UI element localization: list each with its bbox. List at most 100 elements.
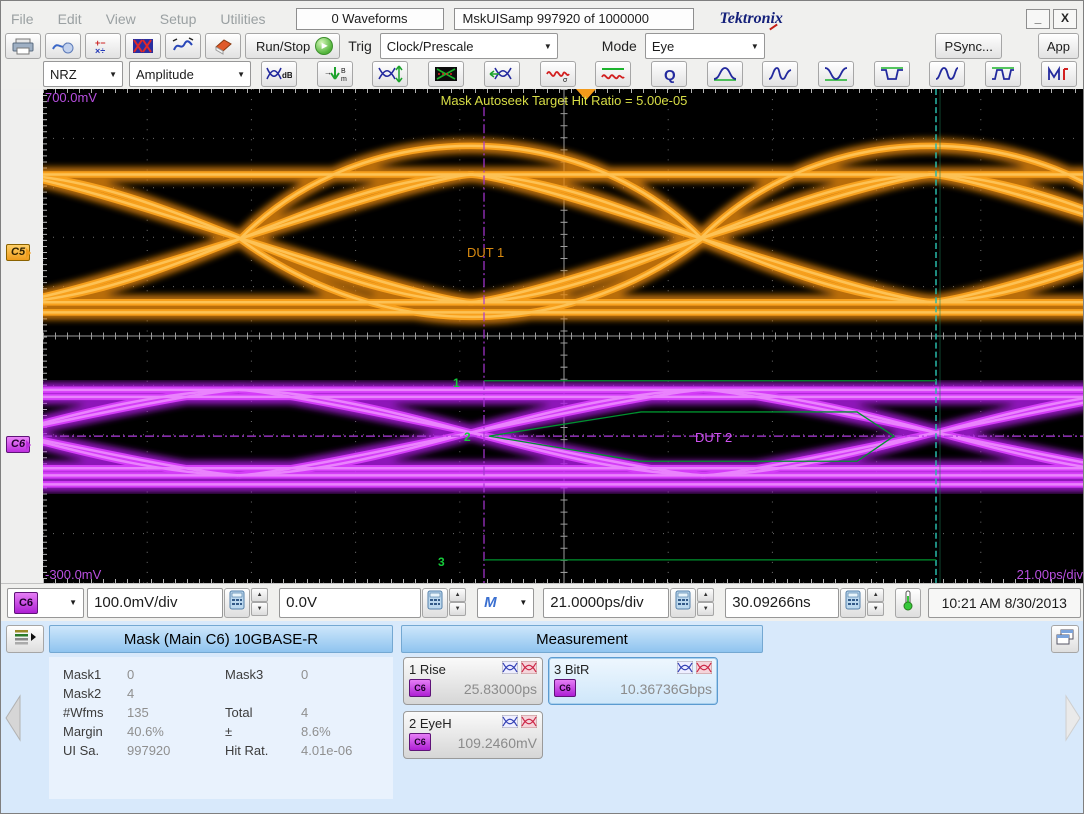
measurement-card-bitr[interactable]: 3 BitR C610.36736Gbps [548,657,718,705]
measurement-card-eyeh[interactable]: 2 EyeH C6109.2460mV [403,711,543,759]
mask-panel-header[interactable]: Mask (Main C6) 10GBASE-R [49,625,393,653]
jitter-ref-icon [600,65,626,83]
jitter-button[interactable]: σ [540,61,576,87]
fall-time-button[interactable] [818,61,854,87]
math-button[interactable]: +−×÷ [85,33,121,59]
measurement-cards: 1 Rise C625.83000ps 2 EyeH C6109.2460mV … [403,657,718,759]
clear-data-button[interactable] [205,33,241,59]
timebase-select[interactable]: M▼ [477,588,534,618]
thermometer-icon [902,589,914,616]
eye-height-icon [377,65,403,83]
mode-label: Mode [602,38,637,54]
step-up-icon[interactable]: ▲ [867,588,884,602]
run-stop-button[interactable]: Run/Stop▶ [245,33,340,59]
horizontal-position-keypad-button[interactable] [840,588,866,618]
mode-select[interactable]: Eye▼ [645,33,765,59]
minimize-button[interactable]: _ [1026,9,1050,29]
mask-hit-count-button[interactable] [428,61,464,87]
run-icon: ▶ [315,37,333,55]
eye-mask-stat-icon[interactable] [521,715,537,731]
bit-rate-button[interactable] [1041,61,1077,87]
period-button[interactable] [985,61,1021,87]
eye-mask-stat-icon[interactable] [696,661,712,677]
signal-type-select[interactable]: NRZ▼ [43,61,123,87]
vertical-setup-button[interactable]: →Bm [317,61,353,87]
channel-c6-marker[interactable]: C6 [6,436,30,453]
eye-stat-icon[interactable] [502,715,518,731]
svg-text:B: B [341,68,346,75]
window-restore-icon [1055,629,1075,650]
q-factor-button[interactable]: Q [651,61,687,87]
vertical-offset-keypad-button[interactable] [422,588,448,618]
horizontal-scale-keypad-button[interactable] [670,588,696,618]
pan-waveform-button[interactable] [45,33,81,59]
measurement-value: 109.2460mV [458,735,537,751]
horizontal-position-field[interactable]: 30.09266ns [725,588,839,618]
svg-text:×÷: ×÷ [95,46,105,55]
eye-crossing-button[interactable] [762,61,798,87]
eye-stat-icon[interactable] [677,661,693,677]
pan-waveform-icon [51,37,75,55]
eye-db-button[interactable]: dB [261,61,297,87]
menu-utilities[interactable]: Utilities [220,11,265,27]
channel-c5-marker[interactable]: C5 [6,244,30,261]
eye-transition-icon [934,65,960,83]
step-down-icon[interactable]: ▼ [449,602,466,616]
app-title-status: MskUISamp 997920 of 1000000 [454,8,694,30]
measurement-panel-header[interactable]: Measurement [401,625,763,653]
close-button[interactable]: X [1053,9,1077,29]
panel-slideout-button[interactable] [6,625,44,653]
mask3-label: 3 [438,555,445,569]
vertical-scale-field[interactable]: 100.0mV/div [87,588,223,618]
pulse-width-icon [879,65,905,83]
psync-button[interactable]: PSync... [935,33,1001,59]
eye-mask-stat-icon[interactable] [521,661,537,677]
step-up-icon[interactable]: ▲ [449,588,466,602]
page-right-button[interactable] [1063,693,1083,743]
step-down-icon[interactable]: ▼ [697,602,714,616]
vertical-offset-stepper[interactable]: ▲▼ [449,588,466,616]
analyze-waveform-button[interactable] [165,33,201,59]
print-button[interactable] [5,33,41,59]
restore-panel-button[interactable] [1051,625,1079,653]
trig-label: Trig [348,38,372,54]
temperature-button[interactable] [895,588,920,618]
eye-crossing-icon [767,65,793,83]
horizontal-scale-field[interactable]: 21.0000ps/div [543,588,669,618]
step-up-icon[interactable]: ▲ [251,588,268,602]
step-up-icon[interactable]: ▲ [697,588,714,602]
step-down-icon[interactable]: ▼ [251,602,268,616]
menu-edit[interactable]: Edit [58,11,82,27]
vertical-offset-field[interactable]: 0.0V [279,588,421,618]
measure-category-select[interactable]: Amplitude▼ [129,61,251,87]
mask-button[interactable] [125,33,161,59]
page-left-button[interactable] [3,693,23,743]
chevron-down-icon: ▼ [104,70,122,79]
menu-setup[interactable]: Setup [160,11,197,27]
vertical-scale-stepper[interactable]: ▲▼ [251,588,268,616]
app-button[interactable]: App [1038,33,1079,59]
eye-stat-icon[interactable] [502,661,518,677]
eye-height-button[interactable] [372,61,408,87]
measurement-card-rise[interactable]: 1 Rise C625.83000ps [403,657,543,705]
eye-width-button[interactable] [484,61,520,87]
channel-select[interactable]: C6▼ [7,588,84,618]
clear-data-icon [211,37,235,55]
menu-file[interactable]: File [11,11,34,27]
mask1-label: 1 [453,376,460,390]
horizontal-position-stepper[interactable]: ▲▼ [867,588,884,616]
jitter-ref-button[interactable] [595,61,631,87]
graticule[interactable]: 700.0mV -300.0mV 21.00ps/div Mask Autose… [43,89,1084,583]
trigger-source-select[interactable]: Clock/Prescale▼ [380,33,558,59]
datetime-display: 10:21 AM 8/30/2013 [928,588,1081,618]
pulse-width-button[interactable] [874,61,910,87]
menu-view[interactable]: View [106,11,136,27]
eye-transition-button[interactable] [929,61,965,87]
analyze-waveform-icon [171,37,195,55]
panel-list-icon [13,628,37,651]
math-icon: +−×÷ [91,37,115,55]
vertical-scale-keypad-button[interactable] [224,588,250,618]
horizontal-scale-stepper[interactable]: ▲▼ [697,588,714,616]
step-down-icon[interactable]: ▼ [867,602,884,616]
rise-time-button[interactable] [707,61,743,87]
